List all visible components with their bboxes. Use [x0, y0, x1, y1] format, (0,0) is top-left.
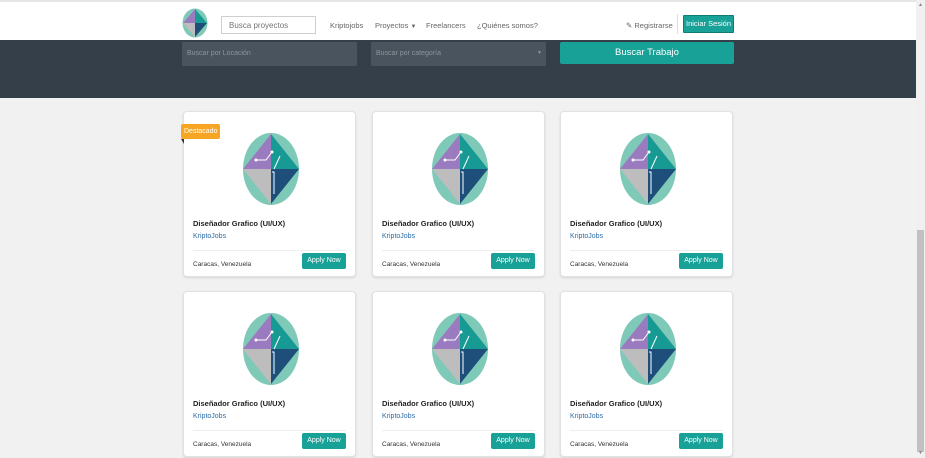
- company-link[interactable]: KriptoJobs: [382, 413, 415, 420]
- company-logo: [620, 313, 676, 385]
- category-select[interactable]: Buscar por categoría ▼: [371, 42, 546, 66]
- company-link[interactable]: KriptoJobs: [570, 413, 603, 420]
- job-card[interactable]: Diseñador Grafico (UI/UX) KriptoJobs Car…: [560, 291, 733, 457]
- job-location: Caracas, Venezuela: [382, 261, 441, 268]
- card-divider: [382, 250, 535, 251]
- company-link[interactable]: KriptoJobs: [193, 413, 226, 420]
- hero-search-bar: Buscar por Locación Buscar por categoría…: [0, 40, 916, 98]
- search-jobs-button[interactable]: Buscar Trabajo: [560, 42, 734, 64]
- top-navbar: Kriptojobs Proyectos ▼ Freelancers ¿Quié…: [0, 0, 916, 40]
- apply-now-button[interactable]: Apply Now: [679, 433, 723, 449]
- login-button[interactable]: Iniciar Sesión: [683, 15, 734, 33]
- job-location: Caracas, Venezuela: [570, 441, 629, 448]
- job-title[interactable]: Diseñador Grafico (UI/UX): [570, 399, 662, 408]
- apply-now-button[interactable]: Apply Now: [302, 253, 346, 269]
- nav-link-kriptojobs[interactable]: Kriptojobs: [330, 21, 363, 30]
- company-logo: [432, 313, 488, 385]
- job-card[interactable]: Diseñador Grafico (UI/UX) KriptoJobs Car…: [372, 111, 545, 277]
- featured-badge: Destacado: [181, 124, 221, 139]
- job-card[interactable]: Destacado Diseñador Grafico (UI/UX) Krip…: [181, 111, 356, 277]
- nav-link-freelancers[interactable]: Freelancers: [426, 21, 466, 30]
- job-title[interactable]: Diseñador Grafico (UI/UX): [193, 399, 285, 408]
- card-divider: [382, 430, 535, 431]
- company-link[interactable]: KriptoJobs: [382, 233, 415, 240]
- scroll-up-icon[interactable]: ▲: [918, 2, 923, 8]
- card-divider: [570, 430, 723, 431]
- apply-now-button[interactable]: Apply Now: [491, 433, 535, 449]
- company-logo: [620, 133, 676, 205]
- company-link[interactable]: KriptoJobs: [193, 233, 226, 240]
- job-title[interactable]: Diseñador Grafico (UI/UX): [382, 219, 474, 228]
- company-logo: [243, 313, 299, 385]
- card-divider: [193, 430, 346, 431]
- badge-fold: [181, 139, 184, 144]
- caret-down-icon: ▼: [537, 50, 542, 56]
- job-title[interactable]: Diseñador Grafico (UI/UX): [193, 219, 285, 228]
- category-select-label: Buscar por categoría: [376, 50, 441, 57]
- job-location: Caracas, Venezuela: [570, 261, 629, 268]
- scrollbar[interactable]: ▲ ▼: [916, 0, 925, 458]
- scroll-thumb[interactable]: [917, 230, 924, 452]
- job-card[interactable]: Diseñador Grafico (UI/UX) KriptoJobs Car…: [183, 291, 356, 457]
- job-card[interactable]: Diseñador Grafico (UI/UX) KriptoJobs Car…: [560, 111, 733, 277]
- job-title[interactable]: Diseñador Grafico (UI/UX): [570, 219, 662, 228]
- register-link[interactable]: ✎ Registrarse: [626, 21, 673, 30]
- job-title[interactable]: Diseñador Grafico (UI/UX): [382, 399, 474, 408]
- company-link[interactable]: KriptoJobs: [570, 233, 603, 240]
- company-logo: [243, 133, 299, 205]
- caret-down-icon: ▼: [410, 24, 417, 30]
- job-location: Caracas, Venezuela: [193, 261, 252, 268]
- kriptojobs-logo[interactable]: [182, 8, 208, 38]
- job-location: Caracas, Venezuela: [193, 441, 252, 448]
- location-input[interactable]: Buscar por Locación: [182, 42, 357, 66]
- card-divider: [570, 250, 723, 251]
- apply-now-button[interactable]: Apply Now: [302, 433, 346, 449]
- search-input[interactable]: [221, 16, 316, 34]
- card-divider: [193, 250, 346, 251]
- register-label: Registrarse: [634, 21, 673, 30]
- scroll-down-icon[interactable]: ▼: [918, 450, 923, 456]
- job-card[interactable]: Diseñador Grafico (UI/UX) KriptoJobs Car…: [372, 291, 545, 457]
- apply-now-button[interactable]: Apply Now: [679, 253, 723, 269]
- apply-now-button[interactable]: Apply Now: [491, 253, 535, 269]
- job-location: Caracas, Venezuela: [382, 441, 441, 448]
- company-logo: [432, 133, 488, 205]
- nav-link-quienes-somos[interactable]: ¿Quiénes somos?: [477, 21, 538, 30]
- pencil-icon: ✎: [626, 21, 633, 30]
- nav-link-proyectos[interactable]: Proyectos ▼: [375, 21, 416, 30]
- nav-divider: [677, 14, 678, 34]
- nav-link-proyectos-label: Proyectos: [375, 21, 409, 30]
